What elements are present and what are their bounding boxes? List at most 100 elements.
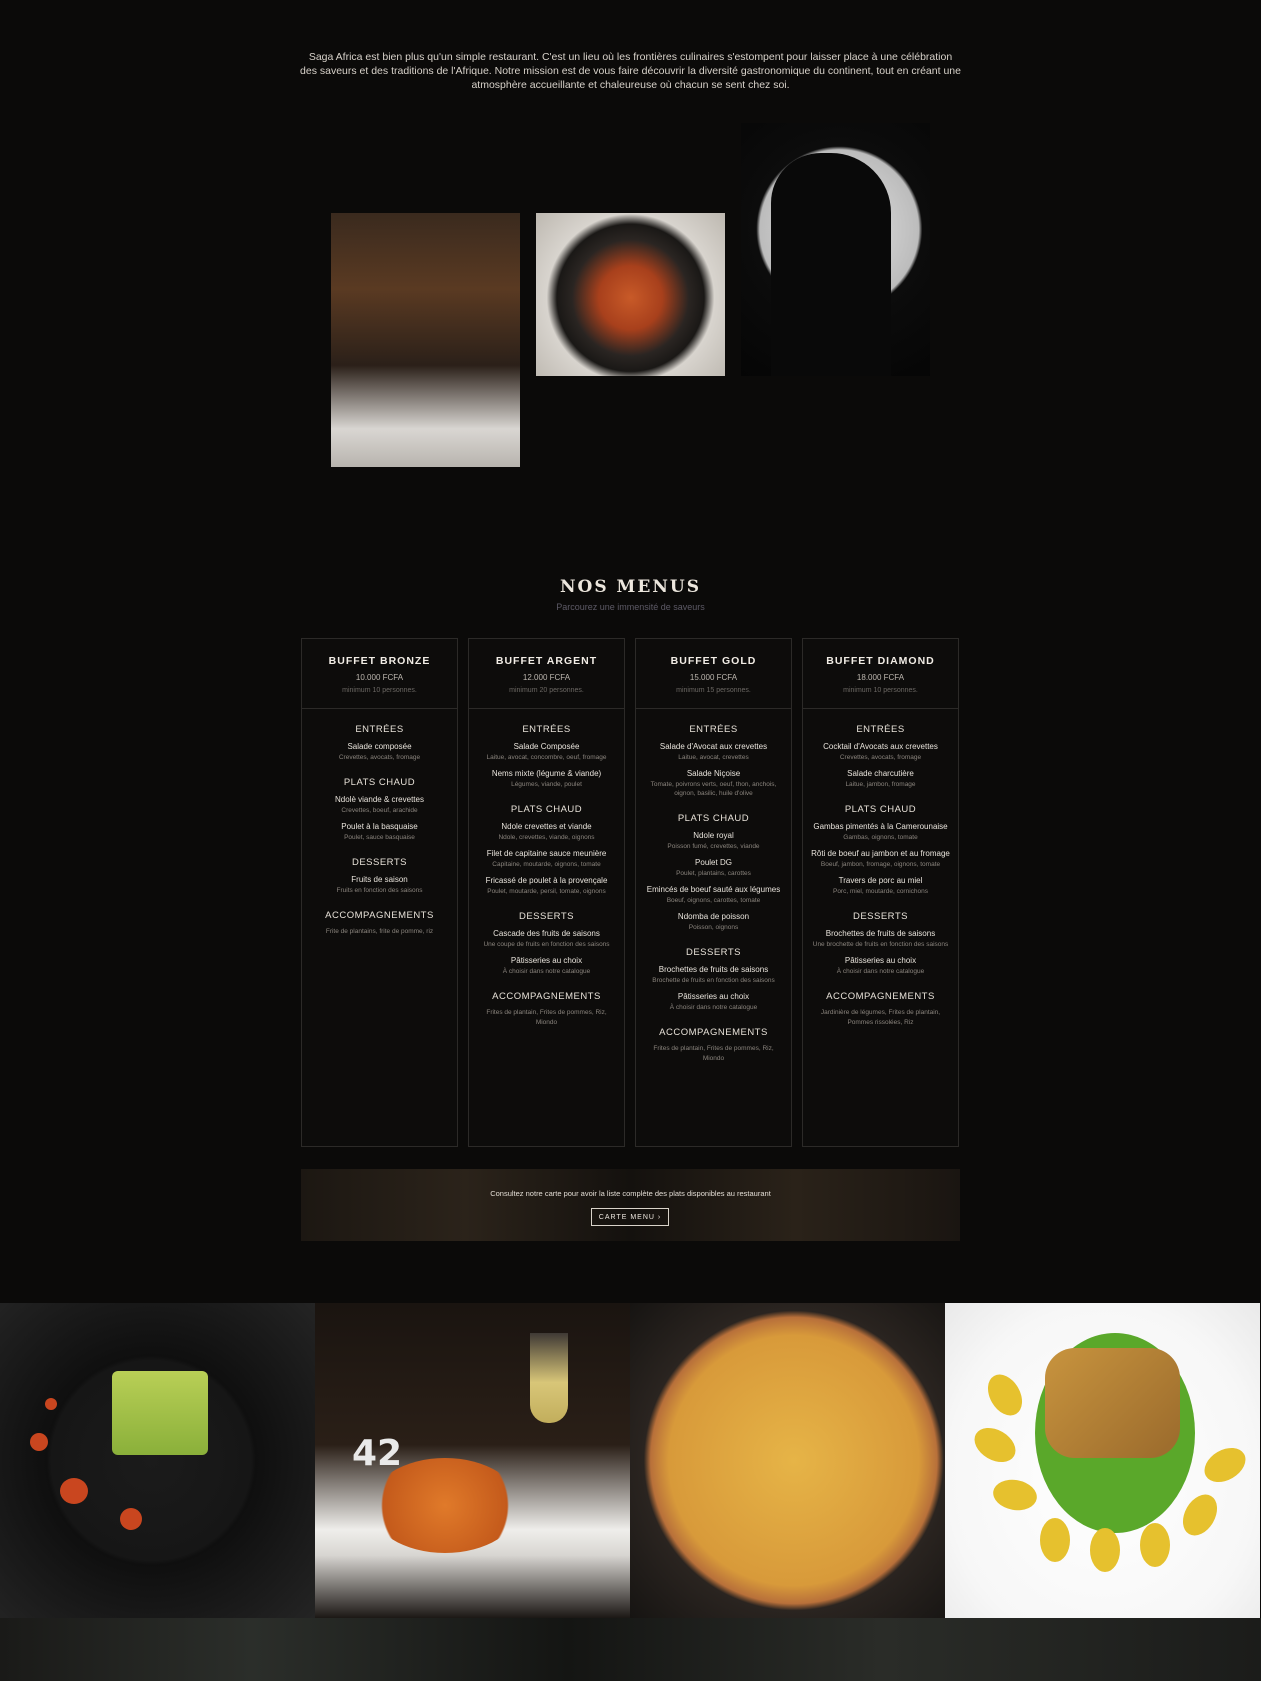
menu-item-name: Cocktail d'Avocats aux crevettes xyxy=(823,742,938,751)
menu-item-name: Gambas pimentés à la Camerounaise xyxy=(813,822,948,831)
menu-card-price: 18.000 FCFA xyxy=(856,673,905,682)
menu-item-description: Laitue, avocat, crevettes xyxy=(678,754,749,761)
stew-dish-photo xyxy=(536,213,725,376)
menu-item-name: Fruits de saison xyxy=(351,875,408,884)
menu-accompaniments: Frite de plantains, frite de pomme, riz xyxy=(325,928,434,935)
menu-card-price: 15.000 FCFA xyxy=(689,673,738,682)
menu-item-description: Poisson fumé, crevettes, viande xyxy=(667,843,760,850)
menu-item-description: Boeuf, oignons, carottes, tomate xyxy=(666,897,761,904)
menu-card-title: BUFFET GOLD xyxy=(670,655,757,667)
menu-card-minimum: minimum 20 personnes. xyxy=(509,687,584,694)
menu-item-description: Boeuf, jambon, fromage, oignons, tomate xyxy=(820,861,941,868)
menu-item-description: Capitaine, moutarde, oignons, tomate xyxy=(492,861,601,868)
menu-section-title: PLATS CHAUD xyxy=(510,804,583,815)
table-number: 42 xyxy=(352,1433,403,1474)
menu-item-name: Salade composée xyxy=(347,742,412,751)
menu-item-description: À choisir dans notre catalogue xyxy=(836,968,925,975)
menu-item-name: Ndomba de poisson xyxy=(677,912,750,921)
menu-accompaniments: Jardinière de légumes, Frites de plantai… xyxy=(820,1009,941,1026)
menu-section-title: DESSERTS xyxy=(351,857,408,868)
dining-room-photo xyxy=(331,213,520,467)
menu-item-name: Pâtisseries au choix xyxy=(510,956,583,965)
menu-section-title: ENTRÉES xyxy=(689,724,738,735)
menu-section-title: ACCOMPAGNEMENTS xyxy=(492,991,601,1002)
menu-item-name: Salade d'Avocat aux crevettes xyxy=(659,742,768,751)
carte-menu-button[interactable]: CARTE MENU › xyxy=(591,1208,669,1226)
menus-title: NOS MENUS xyxy=(560,577,701,597)
menu-section-title: DESSERTS xyxy=(852,911,909,922)
menu-card-title: BUFFET BRONZE xyxy=(328,655,431,667)
restaurant-interior-strip xyxy=(0,1618,1261,1681)
menu-item-description: Laitue, avocat, concombre, oeuf, fromage xyxy=(486,754,607,761)
menu-section-title: ACCOMPAGNEMENTS xyxy=(826,991,935,1002)
menu-item-name: Salade charcutière xyxy=(847,769,914,778)
menu-item-description: Porc, miel, moutarde, cornichons xyxy=(832,888,928,895)
menu-item-name: Brochettes de fruits de saisons xyxy=(658,965,769,974)
menu-section-title: DESSERTS xyxy=(685,947,742,958)
menu-item-description: Légumes, viande, poulet xyxy=(511,781,582,788)
menu-section-title: ENTRÉES xyxy=(522,724,571,735)
menu-section-title: PLATS CHAUD xyxy=(677,813,750,824)
menu-section-title: ENTRÉES xyxy=(355,724,404,735)
menus-subtitle: Parcourez une immensité de saveurs xyxy=(556,602,705,612)
menu-section-title: ACCOMPAGNEMENTS xyxy=(659,1027,768,1038)
menu-card-title: BUFFET DIAMOND xyxy=(826,655,935,667)
menu-card: BUFFET GOLD 15.000 FCFA minimum 15 personn… xyxy=(635,638,792,1147)
menu-item-name: Fricassé de poulet à la provençale xyxy=(485,876,608,885)
menu-item-description: Une brochette de fruits en fonction des … xyxy=(812,941,949,948)
menu-card-minimum: minimum 15 personnes. xyxy=(676,687,751,694)
menu-item-description: Gambas, oignons, tomate xyxy=(843,834,918,841)
menu-item-description: Poisson, oignons xyxy=(688,924,739,931)
menu-item-name: Ndole royal xyxy=(693,831,734,840)
menu-card: BUFFET ARGENT 12.000 FCFA minimum 20 perso… xyxy=(468,638,625,1147)
menu-card-header: BUFFET BRONZE 10.000 FCFA minimum 10 perso… xyxy=(302,639,457,709)
menu-item-description: Crevettes, boeuf, arachide xyxy=(341,807,418,814)
menu-item-name: Filet de capitaine sauce meunière xyxy=(486,849,607,858)
menu-item-name: Cascade des fruits de saisons xyxy=(493,929,600,938)
gallery-pizza-photo xyxy=(630,1303,945,1618)
menu-item-name: Pâtisseries au choix xyxy=(844,956,917,965)
menu-banner: Consultez notre carte pour avoir la list… xyxy=(301,1169,960,1241)
intro-text: Saga Africa est bien plus qu'un simple r… xyxy=(300,51,961,91)
menu-item-name: Nems mixte (légume & viande) xyxy=(491,769,602,778)
menu-item-name: Ndolè viande & crevettes xyxy=(335,795,424,804)
menu-card-price: 10.000 FCFA xyxy=(355,673,404,682)
menu-item-description: Poulet, moutarde, persil, tomate, oignon… xyxy=(487,888,606,895)
menu-item-description: Ndole, crevettes, viande, oignons xyxy=(498,834,595,841)
menu-section-title: ENTRÉES xyxy=(856,724,905,735)
menu-item-description: À choisir dans notre catalogue xyxy=(669,1004,758,1011)
menu-item-name: Rôti de boeuf au jambon et au fromage xyxy=(811,849,950,858)
menu-item-name: Brochettes de fruits de saisons xyxy=(825,929,936,938)
menu-card: BUFFET BRONZE 10.000 FCFA minimum 10 perso… xyxy=(301,638,458,1147)
menu-cards: BUFFET BRONZE 10.000 FCFA minimum 10 perso… xyxy=(301,638,960,1147)
gallery-pasta-photo: 42 xyxy=(315,1303,630,1618)
menu-accompaniments: Frites de plantain, Frites de pommes, Ri… xyxy=(653,1045,774,1062)
menu-card-title: BUFFET ARGENT xyxy=(495,655,598,667)
menu-card-header: BUFFET DIAMOND 18.000 FCFA minimum 10 pers… xyxy=(803,639,958,709)
menu-item-name: Ndole crevettes et viande xyxy=(501,822,592,831)
menu-card-header: BUFFET GOLD 15.000 FCFA minimum 15 personn… xyxy=(636,639,791,709)
menu-item-name: Emincés de boeuf sauté aux légumes xyxy=(646,885,781,894)
menu-item-name: Salade Composée xyxy=(513,742,580,751)
food-gallery: 42 xyxy=(0,1303,1261,1618)
menu-card-price: 12.000 FCFA xyxy=(522,673,571,682)
menu-item-name: Travers de porc au miel xyxy=(838,876,923,885)
gallery-avocado-shrimp-photo xyxy=(0,1303,315,1618)
menu-item-description: Crevettes, avocats, fromage xyxy=(338,754,421,761)
menu-item-name: Poulet à la basquaise xyxy=(341,822,418,831)
menu-section-title: PLATS CHAUD xyxy=(343,777,416,788)
menu-card-minimum: minimum 10 personnes. xyxy=(843,687,918,694)
menu-card-header: BUFFET ARGENT 12.000 FCFA minimum 20 perso… xyxy=(469,639,624,709)
menu-item-description: Tomate, poivrons verts, oeuf, thon, anch… xyxy=(650,781,777,797)
menu-item-name: Poulet DG xyxy=(695,858,732,867)
banner-text: Consultez notre carte pour avoir la list… xyxy=(490,1189,771,1198)
menu-item-description: Laitue, jambon, fromage xyxy=(845,781,916,788)
gallery-chicken-potatoes-photo xyxy=(945,1303,1260,1618)
menu-card: BUFFET DIAMOND 18.000 FCFA minimum 10 pers… xyxy=(802,638,959,1147)
menu-item-description: Poulet, plantains, carottes xyxy=(676,870,751,877)
menu-item-description: Une coupe de fruits en fonction des sais… xyxy=(483,941,610,948)
menu-accompaniments: Frites de plantain, Frites de pommes, Ri… xyxy=(486,1009,607,1026)
menu-section-title: DESSERTS xyxy=(518,911,575,922)
menu-item-name: Salade Niçoise xyxy=(686,769,741,778)
menu-card-minimum: minimum 10 personnes. xyxy=(342,687,417,694)
